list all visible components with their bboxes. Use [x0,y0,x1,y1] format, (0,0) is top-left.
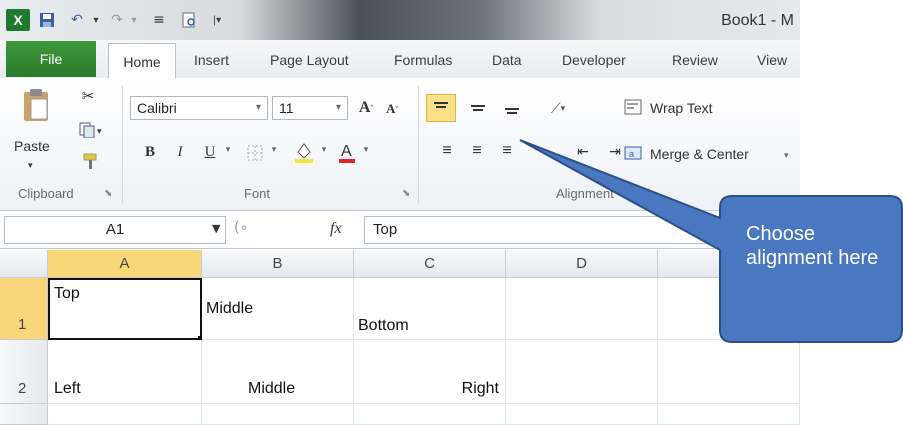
callout-shape [519,139,903,343]
callout-text: Choose alignment here [746,223,879,269]
